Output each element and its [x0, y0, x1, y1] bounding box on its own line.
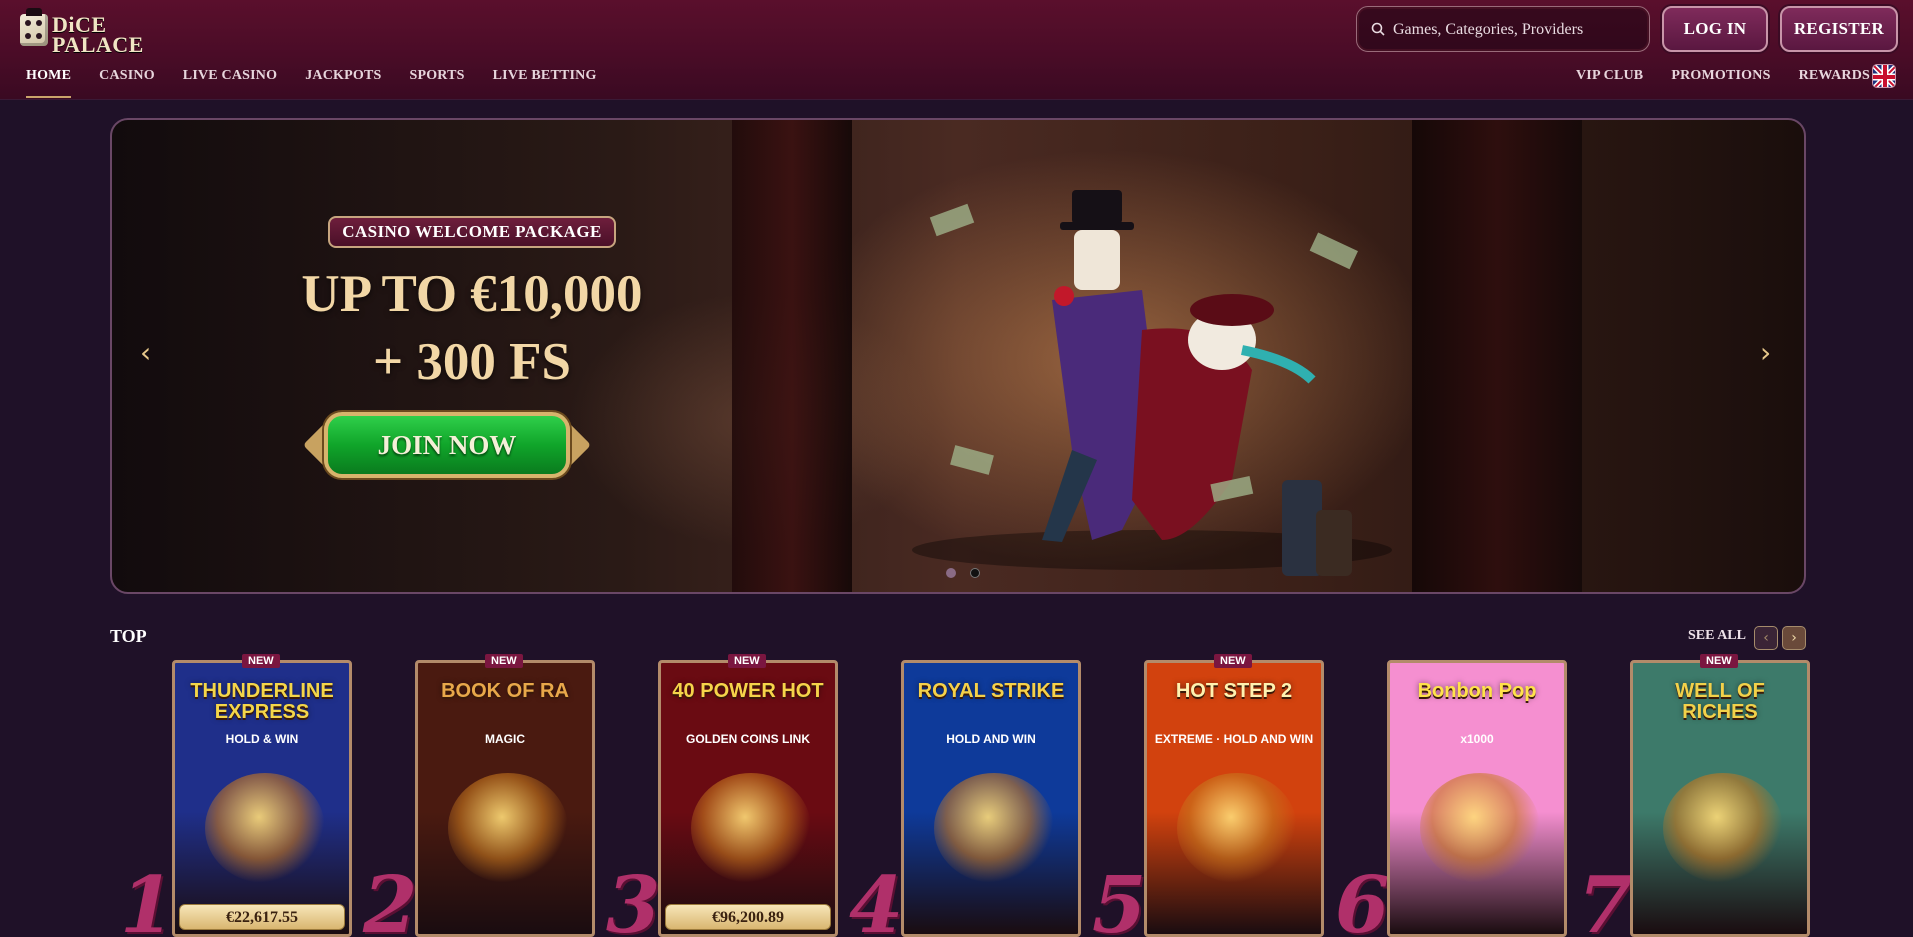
game-art — [934, 773, 1054, 883]
secondary-nav: VIP CLUB PROMOTIONS REWARDS — [1576, 68, 1870, 88]
jackpot-amount: €22,617.55 — [179, 904, 345, 930]
game-art — [691, 773, 811, 883]
rank-number: 5 — [1092, 860, 1147, 937]
game-card[interactable]: Bonbon Pop x1000 — [1387, 660, 1567, 937]
chevron-left-icon[interactable]: ‹ — [140, 339, 162, 367]
rank-number: 1 — [120, 860, 175, 937]
game-art — [1177, 773, 1297, 883]
chevron-right-icon[interactable]: › — [1760, 339, 1782, 367]
slide-dot-1[interactable] — [946, 568, 956, 578]
game-art — [1420, 773, 1540, 883]
nav-rewards[interactable]: REWARDS — [1799, 68, 1870, 88]
new-badge: NEW — [1214, 654, 1252, 668]
game-subtitle: GOLDEN COINS LINK — [685, 732, 810, 746]
game-art — [1663, 773, 1783, 883]
game-subtitle: EXTREME · HOLD AND WIN — [1154, 732, 1314, 746]
register-button[interactable]: REGISTER — [1780, 6, 1898, 52]
game-card[interactable]: ROYAL STRIKE HOLD AND WIN — [901, 660, 1081, 937]
new-badge: NEW — [1700, 654, 1738, 668]
game-card-wrap: 3 NEW 40 POWER HOT GOLDEN COINS LINK €96,200… — [606, 654, 838, 937]
game-art — [205, 773, 325, 883]
rank-number: 7 — [1578, 860, 1633, 937]
chevron-right-icon: › — [1791, 630, 1797, 646]
carousel-prev-button[interactable]: ‹ — [1754, 626, 1778, 650]
new-badge: NEW — [728, 654, 766, 668]
site-logo[interactable]: DiCE PALACE — [18, 6, 143, 57]
curtain-right — [1412, 120, 1582, 592]
game-title: BOOK OF RA — [441, 680, 569, 702]
section-title-top: TOP — [110, 626, 147, 646]
hero-banner[interactable]: CASINO WELCOME PACKAGE UP TO €10,000 + 3… — [110, 118, 1806, 594]
game-card-wrap: 4 ROYAL STRIKE HOLD AND WIN — [849, 660, 1081, 937]
logo-text-line2: PALACE — [52, 32, 144, 57]
game-card-wrap: 2 NEW BOOK OF RA MAGIC — [363, 654, 595, 937]
game-card[interactable]: 40 POWER HOT GOLDEN COINS LINK €96,200.89 — [658, 660, 838, 937]
nav-live-casino[interactable]: LIVE CASINO — [183, 68, 277, 88]
join-now-button[interactable]: JOIN NOW — [302, 406, 592, 484]
hero-headline-spins: + 300 FS — [372, 333, 572, 391]
join-now-label: JOIN NOW — [377, 430, 517, 460]
hero-headline-amount: UP TO €10,000 — [301, 265, 643, 323]
game-card-wrap: 6 Bonbon Pop x1000 — [1335, 660, 1567, 937]
site-header: DiCE PALACE LOG IN REGISTER HOME CASINO … — [0, 0, 1913, 100]
login-button[interactable]: LOG IN — [1662, 6, 1768, 52]
nav-vip-club[interactable]: VIP CLUB — [1576, 68, 1643, 88]
uk-flag-icon[interactable] — [1872, 64, 1896, 88]
game-subtitle: x1000 — [1460, 732, 1494, 746]
chevron-left-icon: ‹ — [1763, 630, 1769, 646]
search-icon — [1371, 22, 1385, 36]
game-subtitle: HOLD AND WIN — [946, 732, 1036, 746]
slide-indicator — [946, 568, 980, 578]
curtain-left — [732, 120, 852, 592]
slide-dot-2[interactable] — [970, 568, 980, 578]
rank-number: 3 — [606, 860, 661, 937]
main-nav: HOME CASINO LIVE CASINO JACKPOTS SPORTS … — [26, 68, 597, 98]
nav-jackpots[interactable]: JACKPOTS — [305, 68, 381, 88]
nav-casino[interactable]: CASINO — [99, 68, 155, 88]
game-card[interactable]: HOT STEP 2 EXTREME · HOLD AND WIN — [1144, 660, 1324, 937]
game-card-wrap: 7 NEW WELL OF RICHES — [1578, 654, 1810, 937]
see-all-link[interactable]: SEE ALL — [1688, 628, 1746, 644]
rank-number: 4 — [849, 860, 904, 937]
search-box[interactable] — [1356, 6, 1650, 52]
game-title: THUNDERLINE EXPRESS — [190, 680, 334, 723]
new-badge: NEW — [242, 654, 280, 668]
nav-home[interactable]: HOME — [26, 68, 72, 98]
top-hat-icon — [26, 8, 42, 16]
nav-live-betting[interactable]: LIVE BETTING — [493, 68, 597, 88]
chip-stack-illustration — [1282, 480, 1352, 576]
game-title: 40 POWER HOT — [672, 680, 824, 702]
rank-number: 6 — [1335, 860, 1390, 937]
game-art — [448, 773, 568, 883]
promo-badge: CASINO WELCOME PACKAGE — [328, 216, 616, 248]
game-subtitle: HOLD & WIN — [225, 732, 299, 746]
rank-number: 2 — [363, 860, 418, 937]
game-title: ROYAL STRIKE — [917, 680, 1065, 702]
game-card[interactable]: BOOK OF RA MAGIC — [415, 660, 595, 937]
game-card[interactable]: THUNDERLINE EXPRESS HOLD & WIN €22,617.55 — [172, 660, 352, 937]
game-subtitle: MAGIC — [485, 732, 525, 746]
game-title: HOT STEP 2 — [1175, 680, 1293, 702]
nav-promotions[interactable]: PROMOTIONS — [1671, 68, 1770, 88]
new-badge: NEW — [485, 654, 523, 668]
nav-sports[interactable]: SPORTS — [409, 68, 464, 88]
game-card-wrap: 1 NEW THUNDERLINE EXPRESS HOLD & WIN €22,617… — [120, 654, 352, 937]
game-title: Bonbon Pop — [1417, 680, 1537, 702]
game-title: WELL OF RICHES — [1675, 680, 1765, 723]
carousel-next-button[interactable]: › — [1782, 626, 1806, 650]
game-card[interactable]: WELL OF RICHES — [1630, 660, 1810, 937]
jackpot-amount: €96,200.89 — [665, 904, 831, 930]
join-now-plate: JOIN NOW — [324, 412, 570, 478]
dice-icon — [20, 14, 48, 46]
language-flag-graphic — [1873, 65, 1895, 87]
game-card-wrap: 5 NEW HOT STEP 2 EXTREME · HOLD AND WIN — [1092, 654, 1324, 937]
search-input[interactable] — [1393, 17, 1643, 43]
hero-copy: CASINO WELCOME PACKAGE UP TO €10,000 + 3… — [262, 216, 682, 396]
